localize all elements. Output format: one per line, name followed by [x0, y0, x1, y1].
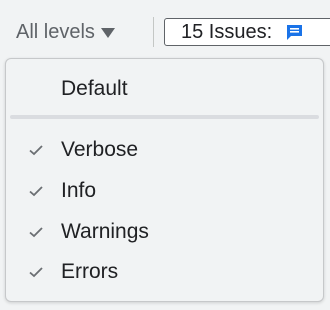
menu-separator: [10, 115, 319, 119]
menu-item-default[interactable]: Default: [6, 69, 323, 109]
dropdown-caret-icon: [100, 28, 115, 38]
menu-item-verbose[interactable]: Verbose: [6, 130, 323, 170]
menu-item-label: Warnings: [61, 220, 149, 243]
check-icon: [29, 267, 43, 278]
menu-item-label: Verbose: [61, 138, 139, 161]
check-icon: [29, 186, 43, 197]
message-icon: [287, 24, 303, 40]
check-icon: [29, 145, 43, 156]
log-levels-dropdown[interactable]: All levels: [16, 18, 115, 46]
toolbar-divider: [153, 17, 154, 47]
log-levels-menu: Default Verbose Info Warnings Errors: [5, 58, 324, 302]
menu-item-info[interactable]: Info: [6, 171, 323, 211]
menu-item-warnings[interactable]: Warnings: [6, 212, 323, 252]
console-toolbar: All levels 15 Issues:: [0, 0, 330, 58]
menu-item-label: Errors: [61, 260, 119, 283]
issues-count-label: 15 Issues:: [181, 20, 273, 43]
log-levels-label: All levels: [16, 20, 95, 43]
menu-item-label: Info: [61, 179, 97, 202]
menu-item-label: Default: [61, 77, 128, 100]
menu-item-errors[interactable]: Errors: [6, 252, 323, 292]
check-icon: [29, 227, 43, 238]
issues-button[interactable]: 15 Issues:: [164, 18, 330, 46]
